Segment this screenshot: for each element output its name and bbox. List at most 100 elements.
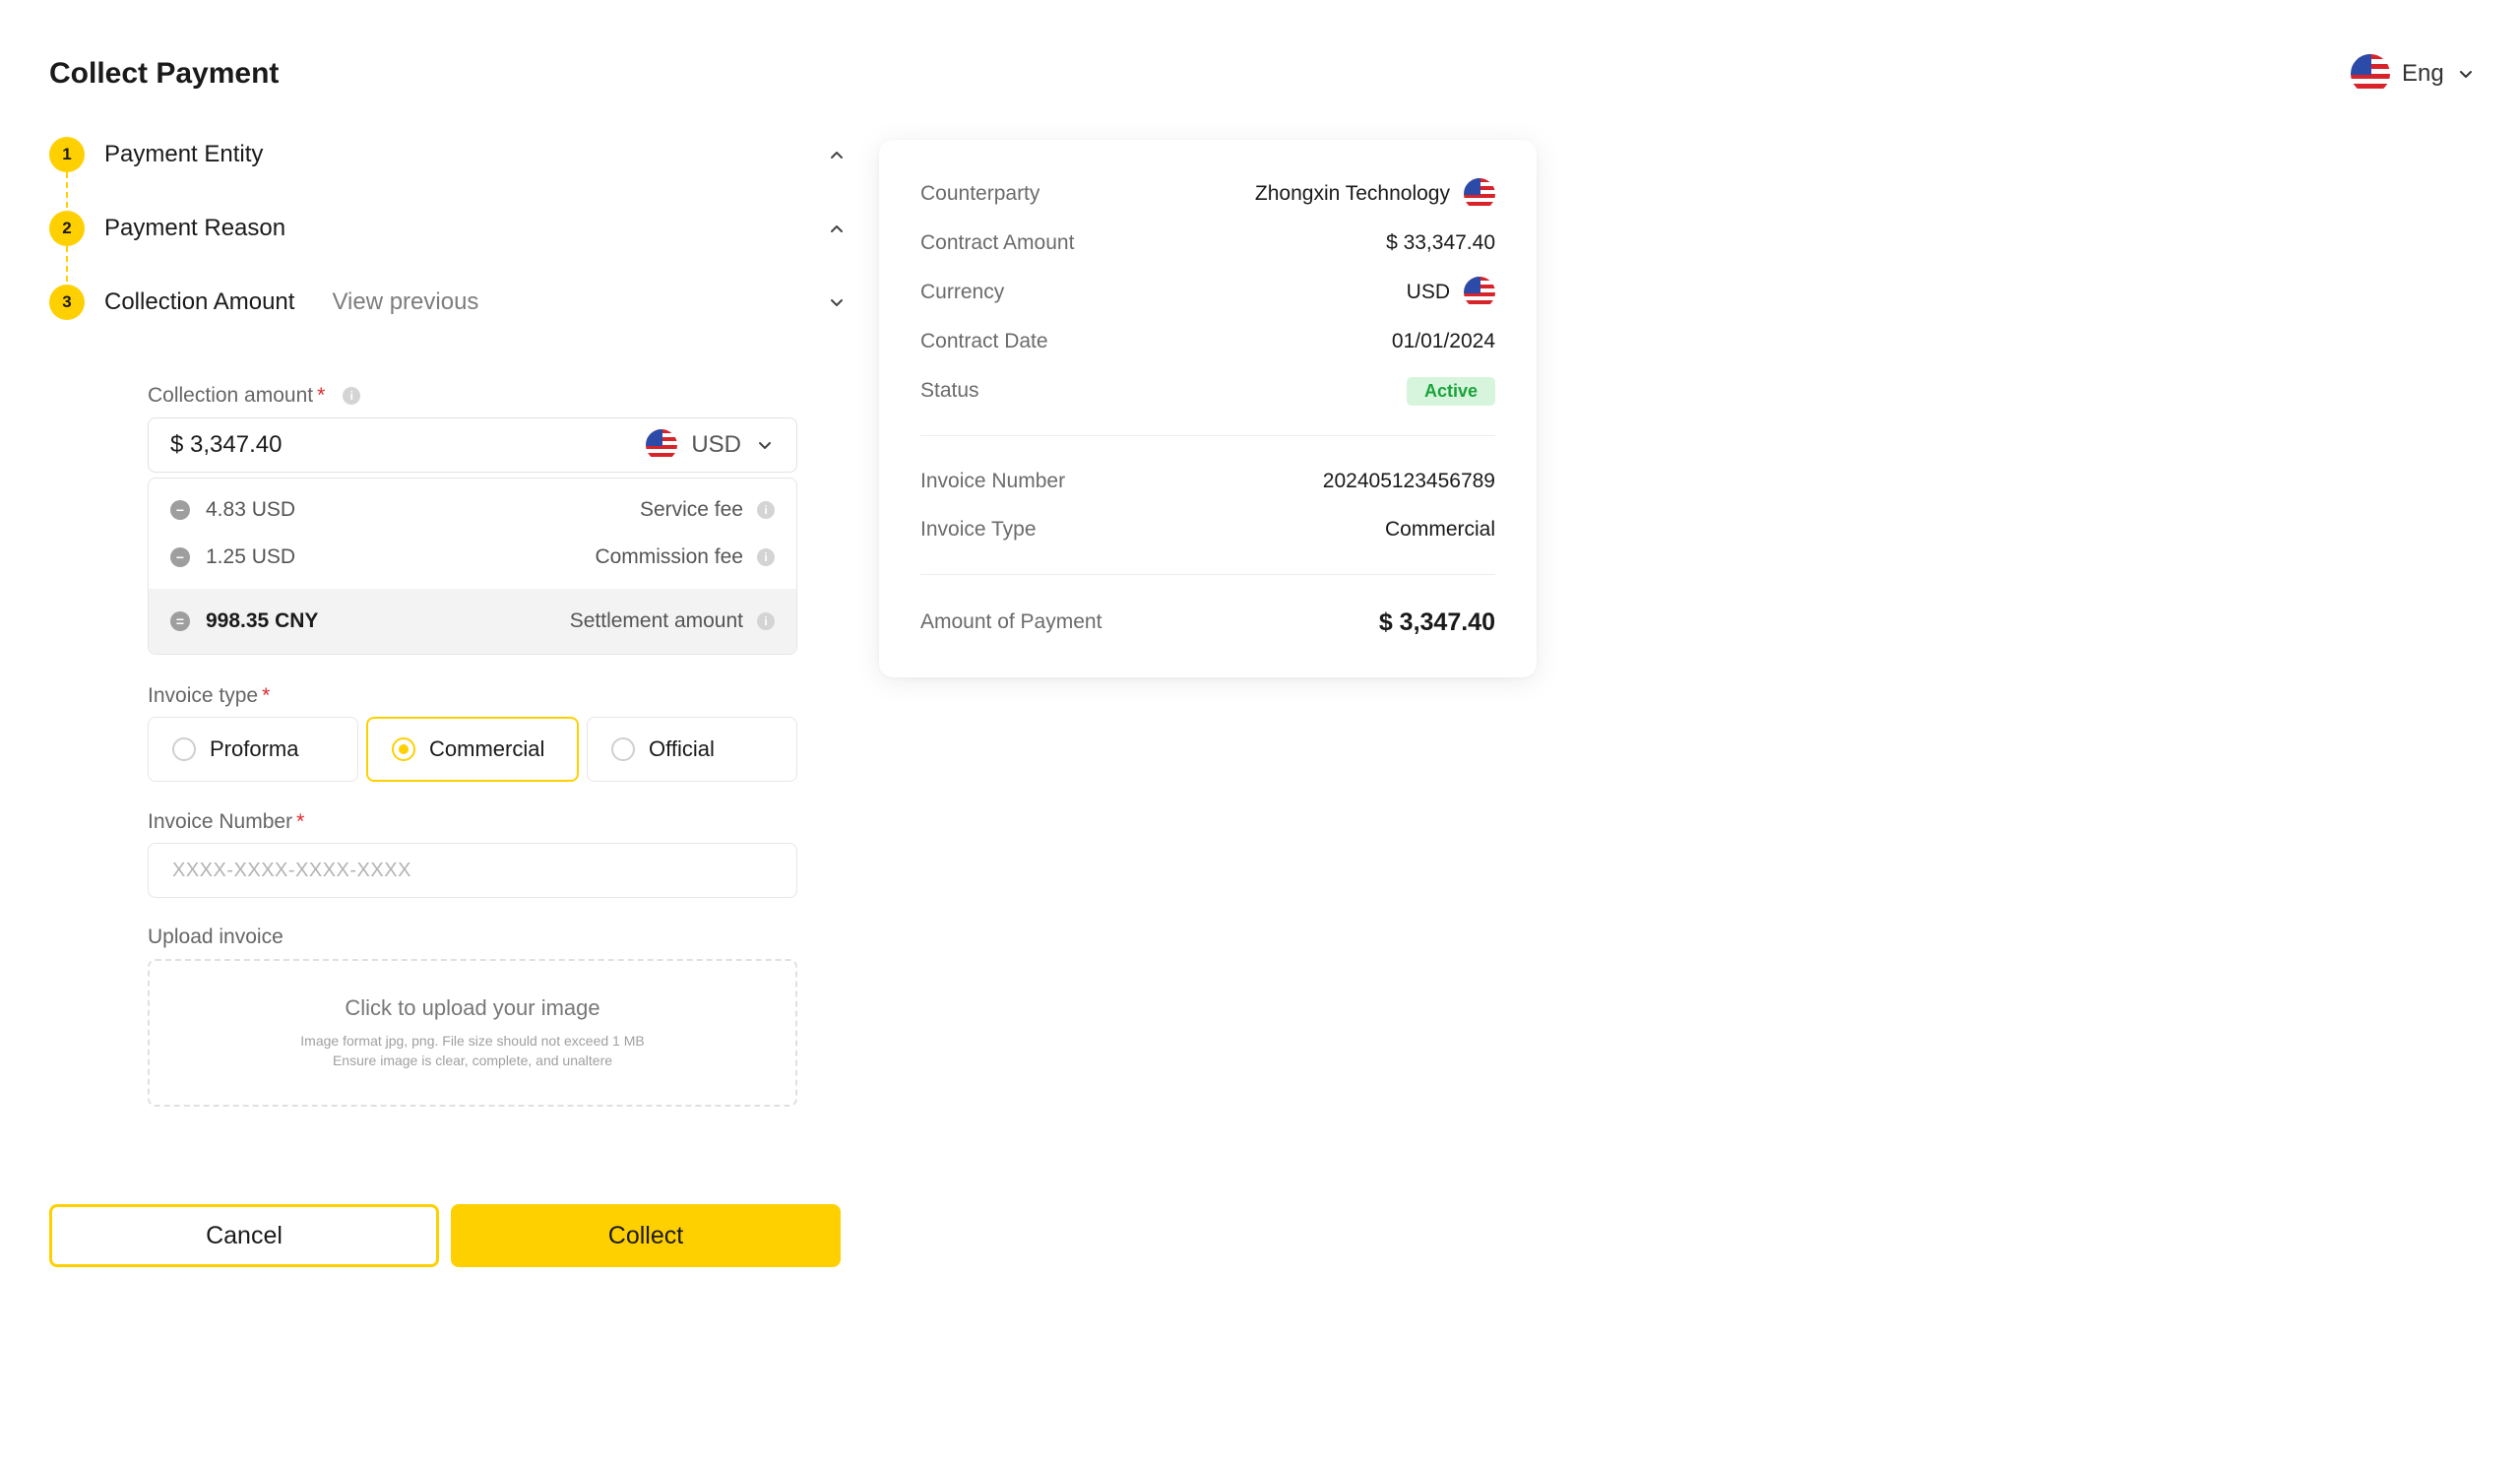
chevron-up-icon[interactable] [827,145,847,164]
summary-value: 01/01/2024 [1391,330,1495,352]
invoice-number-label-text: Invoice Number [148,810,293,833]
minus-icon: − [170,547,190,567]
summary-label: Invoice Type [920,518,1037,541]
summary-total-value: $ 3,347.40 [1378,607,1495,636]
chevron-down-icon [2459,71,2472,78]
summary-label: Status [920,379,979,402]
summary-row-amount-of-payment: Amount of Payment $ 3,347.40 [920,603,1495,642]
summary-value: $ 33,347.40 [1386,231,1495,254]
minus-icon: − [170,500,190,520]
summary-value: Zhongxin Technology [1255,178,1495,210]
page-title: Collect Payment [49,57,280,90]
fee-name: Service fee [639,498,743,521]
currency-code: USD [1406,281,1450,303]
collection-amount-input[interactable]: $ 3,347.40 USD [148,417,797,473]
summary-row-contract-date: Contract Date 01/01/2024 [920,322,1495,361]
invoice-number-label: Invoice Number * [148,810,304,834]
counterparty-name: Zhongxin Technology [1254,182,1450,205]
equals-icon: = [170,611,190,631]
collection-amount-label-text: Collection amount [148,384,314,407]
chevron-down-icon [759,442,771,449]
fee-name: Commission fee [595,545,743,568]
settlement-row: = 998.35 CNY Settlement amount i [149,589,796,654]
us-flag-icon [2351,54,2390,94]
summary-row-counterparty: Counterparty Zhongxin Technology [920,174,1495,214]
fee-breakdown: − 4.83 USD Service fee i − 1.25 USD Comm… [148,478,797,655]
step-label: Collection Amount [104,288,295,315]
invoice-type-label: Invoice type * [148,684,270,708]
info-icon[interactable]: i [757,501,775,519]
currency-select-value: USD [691,431,741,458]
status-badge: Active [1406,376,1495,406]
payment-summary-card: Counterparty Zhongxin Technology Contrac… [879,140,1537,677]
summary-row-contract-amount: Contract Amount $ 33,347.40 [920,223,1495,263]
settlement-label: Settlement amount [569,609,743,632]
step-number-badge: 3 [49,285,85,320]
radio-label: Commercial [429,736,545,761]
language-label: Eng [2402,60,2444,87]
view-previous-link[interactable]: View previous [332,288,478,316]
fee-row-service: − 4.83 USD Service fee i [149,486,796,534]
step-label: Payment Reason [104,215,286,241]
summary-label: Amount of Payment [920,610,1102,633]
step-connector [66,246,68,282]
invoice-number-input[interactable] [148,843,797,898]
invoice-type-option-commercial[interactable]: Commercial [366,717,579,782]
info-icon[interactable]: i [343,387,361,405]
upload-invoice-label: Upload invoice [148,925,284,948]
summary-value: Commercial [1384,518,1495,541]
chevron-up-icon[interactable] [827,219,847,238]
summary-label: Contract Amount [920,231,1075,254]
invoice-type-option-official[interactable]: Official [587,717,797,782]
upload-title: Click to upload your image [345,995,600,1020]
step-number-badge: 1 [49,137,85,172]
summary-value: 202405123456789 [1322,470,1495,492]
settlement-amount: 998.35 CNY [206,609,319,632]
radio-button[interactable] [611,737,635,761]
step-collection-amount[interactable]: 3 Collection Amount View previous [49,283,847,322]
invoice-type-radio-group: Proforma Commercial Official [148,717,797,782]
invoice-type-label-text: Invoice type [148,684,259,707]
step-payment-reason[interactable]: 2 Payment Reason [49,209,847,248]
upload-hint-quality: Ensure image is clear, complete, and una… [332,1053,613,1068]
us-flag-icon [646,429,678,461]
radio-label: Proforma [210,736,299,761]
radio-button[interactable] [172,737,196,761]
chevron-down-icon[interactable] [827,292,847,312]
summary-row-status: Status Active [920,371,1495,411]
info-icon[interactable]: i [757,612,775,630]
invoice-type-option-proforma[interactable]: Proforma [148,717,358,782]
summary-row-invoice-number: Invoice Number 202405123456789 [920,462,1495,501]
us-flag-icon [1464,277,1495,308]
radio-label: Official [649,736,715,761]
summary-label: Currency [920,281,1005,303]
collection-amount-label: Collection amount * i [148,384,361,408]
summary-label: Invoice Number [920,470,1066,492]
language-selector[interactable]: Eng [2351,54,2476,94]
collect-button[interactable]: Collect [451,1204,841,1267]
summary-row-currency: Currency USD [920,273,1495,312]
summary-label: Counterparty [920,182,1040,205]
step-number-badge: 2 [49,211,85,246]
info-icon[interactable]: i [757,548,775,566]
required-mark: * [317,384,326,407]
required-mark: * [296,810,305,833]
upload-invoice-dropzone[interactable]: Click to upload your image Image format … [148,959,797,1107]
collection-amount-value: $ 3,347.40 [170,431,283,458]
radio-button[interactable] [392,737,415,761]
divider [920,574,1495,575]
summary-value: USD [1407,277,1495,308]
us-flag-icon [1464,178,1495,210]
upload-hint-format: Image format jpg, png. File size should … [300,1033,645,1049]
fee-amount: 4.83 USD [206,498,296,521]
fee-row-commission: − 1.25 USD Commission fee i [149,534,796,581]
step-label: Payment Entity [104,141,264,167]
currency-select[interactable]: USD [646,429,775,461]
required-mark: * [262,684,271,707]
summary-row-invoice-type: Invoice Type Commercial [920,510,1495,549]
cancel-button[interactable]: Cancel [49,1204,439,1267]
summary-label: Contract Date [920,330,1048,352]
step-payment-entity[interactable]: 1 Payment Entity [49,135,847,174]
step-connector [66,172,68,208]
divider [920,435,1495,436]
